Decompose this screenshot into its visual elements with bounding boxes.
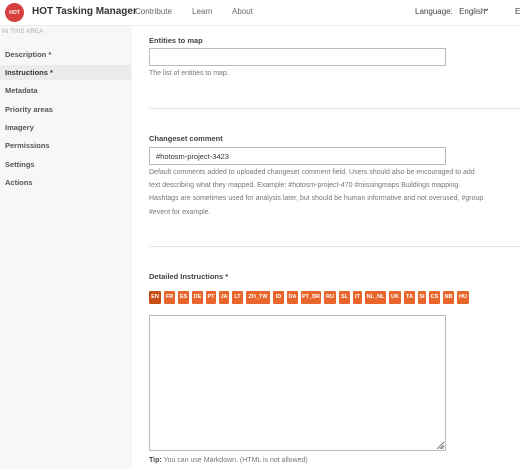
instructions-label: Detailed Instructions * bbox=[149, 272, 229, 281]
resize-grip-icon[interactable]: ◢ bbox=[439, 444, 445, 450]
changeset-help-line: Hashtags are sometimes used for analysis… bbox=[149, 195, 484, 203]
tab-language-de[interactable]: DE bbox=[192, 291, 203, 304]
changeset-help-line: text describing what they mapped. Exampl… bbox=[149, 182, 461, 190]
tab-language-nl-nl[interactable]: NL_NL bbox=[365, 291, 386, 304]
sidebar-item-actions[interactable]: Actions bbox=[0, 175, 131, 190]
language-selector[interactable]: Language: English bbox=[415, 7, 485, 16]
language-label: Language: bbox=[415, 7, 453, 16]
changeset-input[interactable] bbox=[149, 147, 446, 165]
hot-logo-icon[interactable]: HOT bbox=[5, 3, 24, 22]
instructions-textarea[interactable] bbox=[149, 315, 446, 451]
tip-label: Tip: bbox=[149, 457, 162, 464]
tab-language-zh-tw[interactable]: ZH_TW bbox=[246, 291, 270, 304]
tab-language-it[interactable]: IT bbox=[353, 291, 362, 304]
sidebar: IN THIS AREA Description * Instructions … bbox=[0, 26, 132, 469]
header-edge-letter: E bbox=[515, 7, 520, 16]
top-navbar: HOT HOT Tasking Manager Contribute Learn… bbox=[0, 0, 520, 26]
tab-language-ja[interactable]: JA bbox=[219, 291, 229, 304]
tip-text: You can use Markdown. (HTML is not allow… bbox=[161, 457, 308, 464]
changeset-help: Default comments added to uploaded chang… bbox=[149, 166, 509, 219]
brand-title[interactable]: HOT Tasking Manager bbox=[32, 6, 137, 17]
sidebar-item-permissions[interactable]: Permissions bbox=[0, 138, 131, 153]
tab-language-sl[interactable]: SL bbox=[339, 291, 350, 304]
tab-language-uk[interactable]: UK bbox=[389, 291, 401, 304]
tab-language-ru[interactable]: RU bbox=[324, 291, 336, 304]
sidebar-item-metadata[interactable]: Metadata bbox=[0, 83, 131, 98]
sidebar-item-imagery[interactable]: Imagery bbox=[0, 120, 131, 135]
tab-language-ta[interactable]: TA bbox=[404, 291, 415, 304]
tab-language-id[interactable]: ID bbox=[273, 291, 284, 304]
tab-language-pt-br[interactable]: PT_BR bbox=[301, 291, 321, 304]
markdown-tip: Tip: You can use Markdown. (HTML is not … bbox=[149, 457, 308, 464]
nav-contribute[interactable]: Contribute bbox=[135, 7, 172, 16]
tab-language-cs[interactable]: CS bbox=[429, 291, 440, 304]
sidebar-item-settings[interactable]: Settings bbox=[0, 157, 131, 172]
tab-language-da[interactable]: DA bbox=[287, 291, 298, 304]
chevron-down-icon[interactable]: ⌄ bbox=[482, 3, 490, 14]
tab-language-nb[interactable]: NB bbox=[443, 291, 454, 304]
tab-language-si[interactable]: SI bbox=[418, 291, 426, 304]
nav-learn[interactable]: Learn bbox=[192, 7, 212, 16]
tab-language-pt[interactable]: PT bbox=[206, 291, 216, 304]
logo-text: HOT bbox=[9, 9, 20, 16]
sidebar-item-description[interactable]: Description * bbox=[0, 47, 131, 62]
tab-language-lt[interactable]: LT bbox=[232, 291, 243, 304]
tab-language-es[interactable]: ES bbox=[178, 291, 189, 304]
sidebar-caption: IN THIS AREA bbox=[2, 29, 44, 35]
entities-label: Entities to map bbox=[149, 36, 203, 45]
nav-about[interactable]: About bbox=[232, 7, 253, 16]
sidebar-item-priority-areas[interactable]: Priority areas bbox=[0, 102, 131, 117]
changeset-label: Changeset comment bbox=[149, 134, 223, 143]
entities-help: The list of entities to map. bbox=[149, 70, 229, 77]
tab-language-hu[interactable]: HU bbox=[457, 291, 469, 304]
changeset-help-line: #event for example. bbox=[149, 208, 211, 216]
tab-language-en[interactable]: EN bbox=[149, 291, 161, 304]
tab-language-fr[interactable]: FR bbox=[164, 291, 175, 304]
section-divider bbox=[149, 246, 520, 247]
section-divider bbox=[149, 108, 520, 109]
entities-input[interactable] bbox=[149, 48, 446, 66]
sidebar-item-instructions[interactable]: Instructions * bbox=[0, 65, 131, 80]
changeset-help-line: Default comments added to uploaded chang… bbox=[149, 169, 475, 176]
